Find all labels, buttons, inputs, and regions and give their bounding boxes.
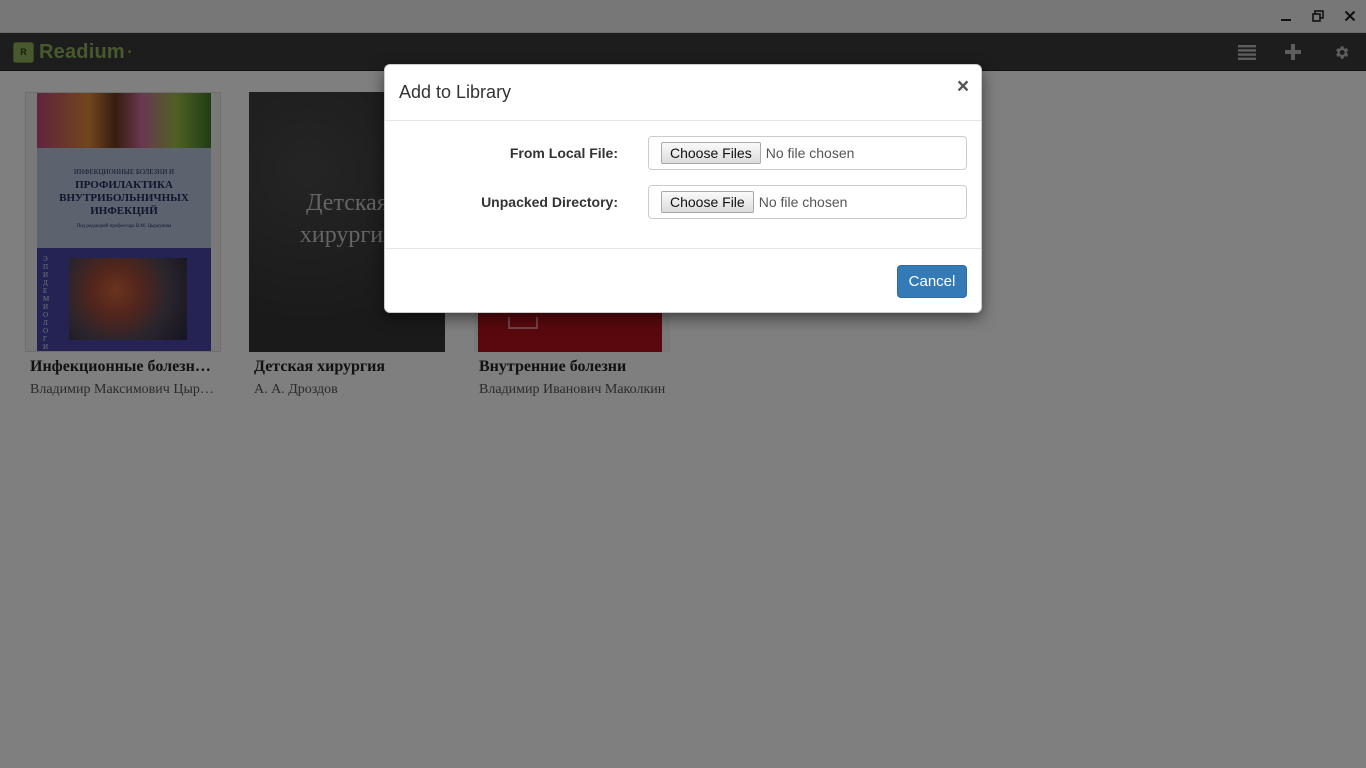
modal-header: Add to Library × bbox=[385, 65, 981, 121]
choose-files-button[interactable]: Choose Files bbox=[661, 142, 761, 164]
file-status: No file chosen bbox=[765, 145, 855, 161]
unpacked-directory-label: Unpacked Directory: bbox=[481, 194, 618, 210]
add-to-library-dialog: Add to Library × From Local File: Choose… bbox=[384, 64, 982, 313]
file-status: No file chosen bbox=[758, 194, 848, 210]
modal-title: Add to Library bbox=[399, 82, 512, 102]
choose-file-button[interactable]: Choose File bbox=[661, 191, 754, 213]
close-button[interactable]: × bbox=[953, 76, 973, 98]
cancel-button[interactable]: Cancel bbox=[897, 265, 967, 298]
local-file-label: From Local File: bbox=[509, 145, 618, 161]
local-file-input[interactable]: Choose Files No file chosen bbox=[648, 136, 967, 170]
unpacked-directory-input[interactable]: Choose File No file chosen bbox=[648, 185, 967, 219]
modal-footer: Cancel bbox=[385, 248, 981, 312]
local-file-row: From Local File: Choose Files No file ch… bbox=[385, 136, 981, 170]
unpacked-directory-row: Unpacked Directory: Choose File No file … bbox=[385, 185, 981, 219]
